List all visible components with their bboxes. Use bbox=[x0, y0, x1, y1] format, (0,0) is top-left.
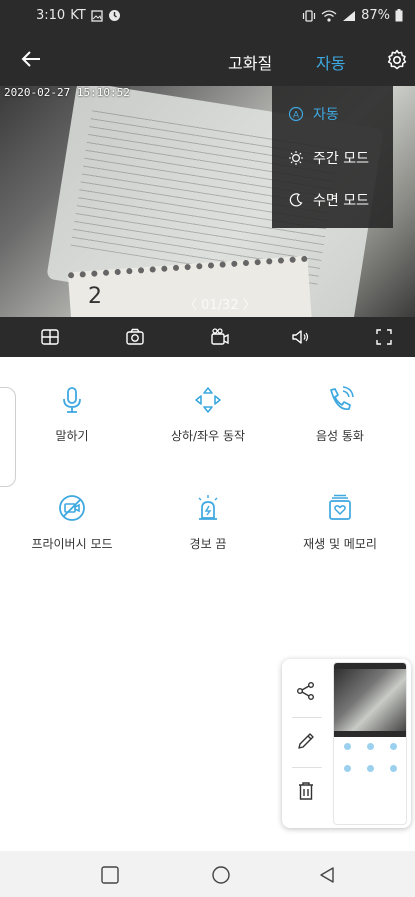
feature-pan-tilt[interactable]: 상하/좌우 동작 bbox=[148, 385, 268, 444]
edit-pencil-icon[interactable] bbox=[296, 731, 316, 751]
status-battery: 87% bbox=[361, 8, 390, 23]
feature-label: 프라이버시 모드 bbox=[31, 537, 113, 551]
thumb-feature-dot bbox=[390, 743, 397, 750]
menu-item-label: 자동 bbox=[313, 107, 339, 123]
app-screen: 3:10 KT 87% 고화질 자동 2 2020-02-27 15:10:52… bbox=[0, 0, 415, 897]
delete-trash-icon[interactable] bbox=[296, 781, 316, 801]
sun-icon bbox=[289, 151, 303, 165]
back-triangle-icon[interactable] bbox=[317, 865, 337, 885]
vibrate-icon bbox=[302, 9, 316, 22]
feature-label: 경보 끔 bbox=[189, 537, 227, 551]
grid-layout-icon[interactable] bbox=[40, 327, 60, 347]
phone-call-icon bbox=[330, 386, 354, 410]
menu-item-label: 주간 모드 bbox=[313, 151, 369, 167]
feature-privacy-mode[interactable]: 프라이버시 모드 bbox=[12, 493, 132, 552]
screenshot-preview-popup bbox=[282, 659, 411, 828]
feature-playback-memory[interactable]: 재생 및 메모리 bbox=[280, 493, 400, 552]
thumb-feature-dot bbox=[367, 765, 374, 772]
feature-alarm-off[interactable]: 경보 끔 bbox=[148, 493, 268, 552]
thumb-controlbar bbox=[334, 731, 406, 737]
playback-memory-icon bbox=[329, 494, 351, 520]
video-pager[interactable]: 〈 01/32 〉 bbox=[184, 294, 256, 313]
gallery-icon bbox=[91, 9, 103, 22]
gear-icon[interactable] bbox=[385, 48, 409, 72]
video-control-bar bbox=[0, 317, 415, 357]
signal-icon bbox=[343, 10, 356, 21]
auto-a-icon: A bbox=[288, 106, 304, 122]
siren-icon bbox=[198, 495, 218, 520]
microphone-icon bbox=[63, 387, 81, 413]
calendar-number: 2 bbox=[88, 284, 102, 309]
status-carrier: KT bbox=[70, 8, 86, 23]
feature-label: 상하/좌우 동작 bbox=[170, 429, 246, 443]
wifi-icon bbox=[321, 9, 337, 22]
alarm-icon bbox=[108, 10, 120, 21]
mode-dropdown-menu: A 자동 주간 모드 수면 모드 bbox=[272, 86, 393, 228]
system-nav-bar bbox=[0, 851, 415, 897]
battery-icon bbox=[395, 9, 403, 22]
menu-item-auto[interactable]: A 자동 bbox=[288, 104, 339, 124]
feature-label: 재생 및 메모리 bbox=[303, 537, 377, 551]
screenshot-actions bbox=[282, 659, 330, 828]
quality-toggle[interactable]: 고화질 bbox=[228, 50, 272, 74]
status-bar: 3:10 KT 87% bbox=[0, 0, 415, 34]
moon-icon bbox=[289, 193, 303, 207]
feature-talk[interactable]: 말하기 bbox=[12, 385, 132, 444]
feature-label: 말하기 bbox=[55, 429, 89, 443]
video-timestamp: 2020-02-27 15:10:52 bbox=[4, 86, 130, 99]
feature-voice-call[interactable]: 음성 통화 bbox=[280, 385, 400, 444]
pan-tilt-arrows-icon bbox=[195, 387, 221, 413]
divider bbox=[292, 767, 322, 768]
thumb-feature-dot bbox=[367, 743, 374, 750]
svg-text:A: A bbox=[293, 110, 299, 120]
speaker-icon[interactable] bbox=[290, 327, 310, 347]
thumb-feature-dot bbox=[344, 743, 351, 750]
privacy-camera-off-icon bbox=[59, 495, 85, 521]
share-icon[interactable] bbox=[296, 681, 316, 701]
divider bbox=[292, 717, 322, 718]
screenshot-thumbnail[interactable] bbox=[333, 662, 407, 825]
thumb-feature-dot bbox=[344, 765, 351, 772]
thumb-feature-dot bbox=[390, 765, 397, 772]
app-bar: 고화질 자동 bbox=[0, 34, 415, 86]
fullscreen-icon[interactable] bbox=[374, 327, 394, 347]
mode-selector[interactable]: 자동 bbox=[316, 50, 345, 74]
home-icon[interactable] bbox=[211, 865, 231, 885]
thumb-video bbox=[334, 669, 406, 731]
recent-apps-icon[interactable] bbox=[100, 865, 120, 885]
menu-item-label: 수면 모드 bbox=[313, 193, 369, 209]
camera-snapshot-icon[interactable] bbox=[125, 327, 145, 347]
menu-item-sleep[interactable]: 수면 모드 bbox=[288, 190, 369, 210]
video-record-icon[interactable] bbox=[210, 327, 230, 347]
menu-item-day[interactable]: 주간 모드 bbox=[288, 148, 369, 168]
feature-label: 음성 통화 bbox=[316, 429, 364, 443]
arrow-left-icon[interactable] bbox=[16, 44, 46, 74]
status-time: 3:10 bbox=[36, 8, 66, 23]
